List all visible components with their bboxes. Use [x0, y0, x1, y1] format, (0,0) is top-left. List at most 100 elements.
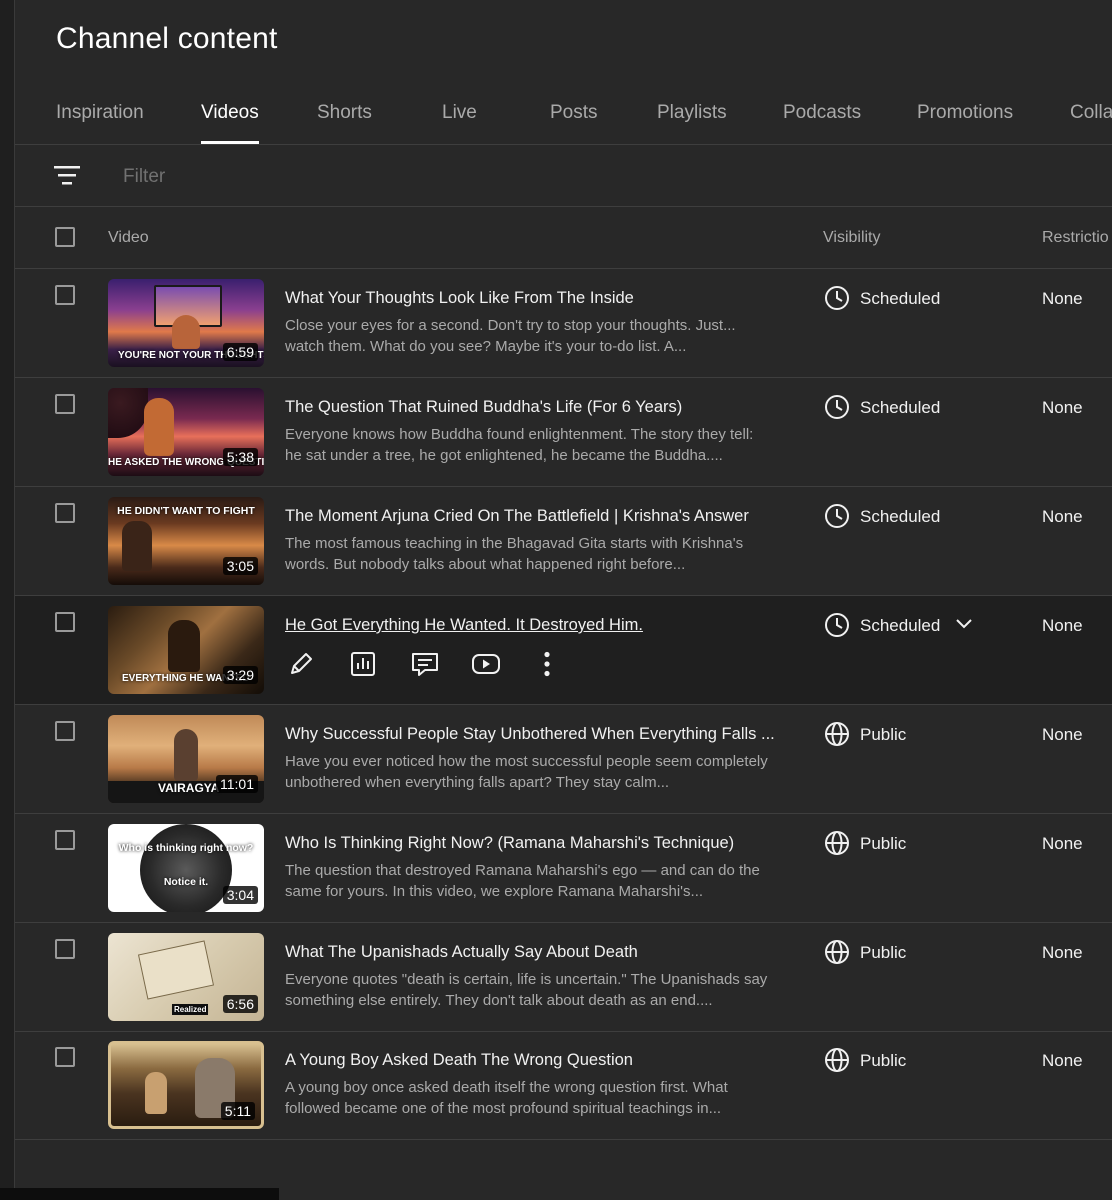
row-checkbox[interactable] — [55, 939, 75, 959]
visibility-status[interactable]: Public — [860, 834, 906, 854]
tab-posts[interactable]: Posts — [550, 82, 598, 144]
tab-inspiration[interactable]: Inspiration — [56, 82, 144, 144]
visibility-status[interactable]: Public — [860, 943, 906, 963]
restrictions-value: None — [1042, 398, 1083, 417]
page-title: Channel content — [56, 22, 278, 55]
options-button[interactable] — [531, 648, 563, 680]
video-title[interactable]: The Question That Ruined Buddha's Life (… — [285, 398, 775, 417]
globe-icon — [825, 940, 849, 964]
video-duration: 6:59 — [222, 343, 258, 361]
video-duration: 3:29 — [222, 666, 258, 684]
tab-podcasts[interactable]: Podcasts — [783, 82, 861, 144]
restrictions-value: None — [1042, 507, 1083, 526]
edit-details-button[interactable] — [285, 648, 317, 680]
video-description: Have you ever noticed how the most succe… — [285, 753, 768, 791]
clock-icon — [825, 613, 849, 637]
video-title[interactable]: Who Is Thinking Right Now? (Ramana Mahar… — [285, 834, 775, 853]
video-description: The most famous teaching in the Bhagavad… — [285, 535, 744, 573]
pencil-icon — [291, 653, 312, 674]
row-checkbox[interactable] — [55, 612, 75, 632]
tab-collaborations[interactable]: Colla — [1070, 82, 1112, 144]
column-header-restrictions[interactable]: Restrictio — [1042, 207, 1109, 268]
restrictions-value: None — [1042, 1051, 1083, 1070]
visibility-status[interactable]: Scheduled — [860, 289, 940, 309]
thumbnail-scroll — [137, 940, 215, 1000]
row-checkbox[interactable] — [55, 394, 75, 414]
video-duration: 3:04 — [222, 886, 258, 904]
tab-shorts[interactable]: Shorts — [317, 82, 372, 144]
filter-input[interactable] — [121, 159, 625, 195]
comments-icon — [412, 653, 438, 676]
table-row[interactable]: 5:11 A Young Boy Asked Death The Wrong Q… — [15, 1031, 1112, 1140]
thumbnail-figure — [168, 620, 200, 672]
table-header: Video Visibility Restrictio — [15, 207, 1112, 269]
thumbnail-caption: HE DIDN'T WANT TO FIGHT — [117, 505, 255, 517]
clock-icon — [825, 504, 849, 528]
restrictions-value: None — [1042, 616, 1083, 635]
video-title[interactable]: A Young Boy Asked Death The Wrong Questi… — [285, 1051, 775, 1070]
thumbnail-boy — [145, 1072, 167, 1114]
restrictions-value: None — [1042, 725, 1083, 744]
video-thumbnail[interactable]: YOU'RE NOT YOUR THOUGHTS 6:59 — [108, 279, 264, 367]
video-title[interactable]: The Moment Arjuna Cried On The Battlefie… — [285, 507, 775, 526]
visibility-status[interactable]: Scheduled — [860, 507, 940, 527]
table-row[interactable]: Realized 6:56 What The Upanishads Actual… — [15, 923, 1112, 1032]
table-row[interactable]: YOU'RE NOT YOUR THOUGHTS 6:59 What Your … — [15, 269, 1112, 378]
video-thumbnail[interactable]: HE ASKED THE WRONG QUESTION 5:38 — [108, 388, 264, 476]
filter-icon[interactable] — [53, 164, 81, 188]
column-header-visibility[interactable]: Visibility — [823, 207, 881, 268]
restrictions-value: None — [1042, 289, 1083, 308]
video-duration: 11:01 — [216, 775, 258, 793]
thumbnail-figure — [172, 315, 200, 349]
view-on-youtube-button[interactable] — [470, 648, 502, 680]
thumbnail-art — [140, 824, 232, 912]
table-row[interactable]: EVERYTHING HE WANTED 3:29 He Got Everyth… — [15, 596, 1112, 705]
visibility-status[interactable]: Public — [860, 1051, 906, 1071]
row-checkbox[interactable] — [55, 830, 75, 850]
thumbnail-figure — [174, 729, 198, 781]
video-title[interactable]: Why Successful People Stay Unbothered Wh… — [285, 725, 775, 744]
tab-videos[interactable]: Videos — [201, 82, 259, 144]
tab-live[interactable]: Live — [442, 82, 477, 144]
visibility-status[interactable]: Scheduled — [860, 398, 940, 418]
chevron-down-icon[interactable] — [955, 617, 973, 631]
tab-bar: Inspiration Videos Shorts Live Posts Pla… — [15, 82, 1112, 145]
video-thumbnail[interactable]: VAIRAGYA 11:01 — [108, 715, 264, 803]
thumbnail-caption: Realized — [172, 1004, 209, 1015]
table-row[interactable]: VAIRAGYA 11:01 Why Successful People Sta… — [15, 705, 1112, 814]
video-thumbnail[interactable]: Realized 6:56 — [108, 933, 264, 1021]
tab-promotions[interactable]: Promotions — [917, 82, 1013, 144]
column-header-video[interactable]: Video — [108, 207, 149, 268]
video-duration: 5:38 — [222, 448, 258, 466]
video-title[interactable]: What Your Thoughts Look Like From The In… — [285, 289, 775, 308]
video-thumbnail[interactable]: EVERYTHING HE WANTED 3:29 — [108, 606, 264, 694]
left-rail — [0, 0, 15, 1200]
video-thumbnail[interactable]: 5:11 — [108, 1041, 264, 1129]
row-checkbox[interactable] — [55, 503, 75, 523]
video-description: Everyone knows how Buddha found enlighte… — [285, 426, 754, 464]
globe-icon — [825, 831, 849, 855]
table-row[interactable]: HE DIDN'T WANT TO FIGHT 3:05 The Moment … — [15, 487, 1112, 596]
youtube-icon — [472, 654, 500, 674]
select-all-checkbox[interactable] — [55, 227, 75, 247]
visibility-status[interactable]: Public — [860, 725, 906, 745]
video-thumbnail[interactable]: HE DIDN'T WANT TO FIGHT 3:05 — [108, 497, 264, 585]
row-checkbox[interactable] — [55, 1047, 75, 1067]
video-title[interactable]: He Got Everything He Wanted. It Destroye… — [285, 616, 775, 635]
analytics-button[interactable] — [347, 648, 379, 680]
video-duration: 3:05 — [222, 557, 258, 575]
row-checkbox[interactable] — [55, 285, 75, 305]
comments-button[interactable] — [409, 648, 441, 680]
video-description: Close your eyes for a second. Don't try … — [285, 317, 736, 355]
bottom-bar — [0, 1188, 279, 1200]
thumbnail-tree — [108, 388, 148, 438]
video-title[interactable]: What The Upanishads Actually Say About D… — [285, 943, 775, 962]
globe-icon — [825, 1048, 849, 1072]
more-vert-icon — [544, 651, 550, 677]
tab-playlists[interactable]: Playlists — [657, 82, 727, 144]
visibility-status[interactable]: Scheduled — [860, 616, 940, 636]
video-thumbnail[interactable]: Who is thinking right now? Notice it. 3:… — [108, 824, 264, 912]
table-row[interactable]: Who is thinking right now? Notice it. 3:… — [15, 814, 1112, 923]
row-checkbox[interactable] — [55, 721, 75, 741]
table-row[interactable]: HE ASKED THE WRONG QUESTION 5:38 The Que… — [15, 378, 1112, 487]
